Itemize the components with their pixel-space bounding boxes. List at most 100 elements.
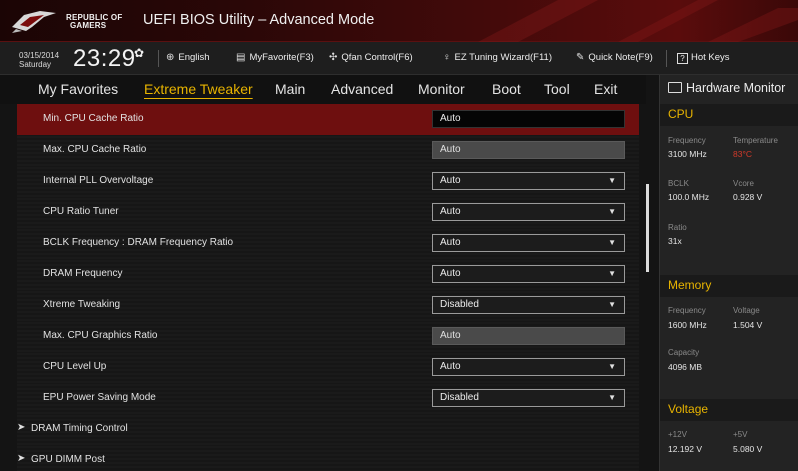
- value-dropdown[interactable]: Auto ▼: [432, 265, 625, 283]
- setting-label: Internal PLL Overvoltage: [43, 175, 154, 186]
- setting-row[interactable]: Xtreme Tweaking Disabled ▼: [17, 290, 639, 321]
- cpu-frequency-value: 3100 MHz: [668, 149, 707, 159]
- submenu-row[interactable]: ➤ GPU DIMM Post: [17, 445, 639, 471]
- caret-down-icon: ▼: [608, 269, 616, 278]
- memory-capacity-label: Capacity: [668, 348, 700, 357]
- logo-line-2: GAMERS: [70, 21, 107, 30]
- value-text: Auto: [440, 268, 461, 279]
- caret-down-icon: ▼: [608, 393, 616, 402]
- v12-value: 12.192 V: [668, 444, 703, 454]
- gear-icon[interactable]: ✿: [134, 46, 144, 60]
- value-dropdown[interactable]: Auto ▼: [432, 203, 625, 221]
- language-button[interactable]: ⊕ English: [166, 52, 210, 63]
- favorite-list-icon: ▤: [236, 52, 246, 63]
- value-text: Auto: [440, 361, 461, 372]
- cpu-temperature-label: Temperature: [733, 136, 778, 145]
- memory-voltage-label: Voltage: [733, 306, 760, 315]
- myfavorite-label: MyFavorite(F3): [249, 52, 314, 63]
- help-icon: ?: [677, 53, 688, 64]
- value-text: Auto: [440, 330, 461, 341]
- ez-tuning-button[interactable]: ♀ EZ Tuning Wizard(F11): [443, 52, 552, 63]
- submenu-label: DRAM Timing Control: [31, 423, 128, 434]
- setting-label: BCLK Frequency : DRAM Frequency Ratio: [43, 237, 234, 248]
- rog-eye-icon: [12, 11, 56, 33]
- memory-frequency-label: Frequency: [668, 306, 706, 315]
- caret-down-icon: ▼: [608, 207, 616, 216]
- toolbar-divider: [158, 50, 159, 67]
- caret-down-icon: ▼: [608, 176, 616, 185]
- value-text: Auto: [440, 237, 461, 248]
- monitor-icon: [668, 82, 682, 93]
- setting-label: Max. CPU Cache Ratio: [43, 144, 147, 155]
- setting-row[interactable]: Max. CPU Cache Ratio Auto: [17, 135, 639, 166]
- setting-row[interactable]: CPU Ratio Tuner Auto ▼: [17, 197, 639, 228]
- tab-main[interactable]: Main: [275, 81, 305, 97]
- qfan-button[interactable]: ✣ Qfan Control(F6): [329, 52, 413, 63]
- quick-note-label: Quick Note(F9): [588, 52, 653, 63]
- value-dropdown[interactable]: Disabled ▼: [432, 389, 625, 407]
- setting-row[interactable]: BCLK Frequency : DRAM Frequency Ratio Au…: [17, 228, 639, 259]
- value-text: Auto: [440, 175, 461, 186]
- cpu-section-header: CPU: [660, 104, 798, 126]
- cpu-section-label: CPU: [668, 107, 694, 121]
- setting-row[interactable]: Internal PLL Overvoltage Auto ▼: [17, 166, 639, 197]
- setting-row[interactable]: EPU Power Saving Mode Disabled ▼: [17, 383, 639, 414]
- v5-label: +5V: [733, 430, 748, 439]
- setting-label: Xtreme Tweaking: [43, 299, 121, 310]
- scrollbar[interactable]: [646, 184, 649, 272]
- setting-label: CPU Ratio Tuner: [43, 206, 119, 217]
- date-text: 03/15/2014: [19, 51, 60, 60]
- v12-label: +12V: [668, 430, 687, 439]
- myfavorite-button[interactable]: ▤ MyFavorite(F3): [236, 52, 314, 63]
- tab-boot[interactable]: Boot: [492, 81, 521, 97]
- voltage-section-label: Voltage: [668, 402, 709, 416]
- main-menu: My Favorites Extreme Tweaker Main Advanc…: [0, 75, 646, 104]
- value-dropdown[interactable]: Auto ▼: [432, 358, 625, 376]
- submenu-row[interactable]: ➤ DRAM Timing Control: [17, 414, 639, 445]
- value-dropdown[interactable]: Disabled ▼: [432, 296, 625, 314]
- logo-text: REPUBLIC OF GAMERS: [66, 14, 122, 30]
- hot-keys-button[interactable]: ? Hot Keys: [677, 52, 730, 64]
- setting-label: DRAM Frequency: [43, 268, 123, 279]
- value-text: Disabled: [440, 299, 479, 310]
- chevron-right-icon: ➤: [17, 453, 26, 464]
- tab-advanced[interactable]: Advanced: [331, 81, 393, 97]
- setting-row[interactable]: DRAM Frequency Auto ▼: [17, 259, 639, 290]
- tab-monitor[interactable]: Monitor: [418, 81, 465, 97]
- quick-note-button[interactable]: ✎ Quick Note(F9): [576, 52, 653, 63]
- settings-list: Min. CPU Cache Ratio Auto Max. CPU Cache…: [17, 104, 639, 471]
- setting-row[interactable]: CPU Level Up Auto ▼: [17, 352, 639, 383]
- hardware-monitor-label: Hardware Monitor: [686, 81, 786, 95]
- setting-row[interactable]: Min. CPU Cache Ratio Auto: [17, 104, 639, 135]
- clock[interactable]: 23:29: [73, 45, 136, 73]
- value-text: Auto: [440, 113, 461, 124]
- cpu-frequency-label: Frequency: [668, 136, 706, 145]
- toolbar-divider: [666, 50, 667, 67]
- value-dropdown[interactable]: Auto ▼: [432, 172, 625, 190]
- ratio-value: 31x: [668, 236, 682, 246]
- toolbar: 03/15/2014 Saturday 23:29 ✿ ⊕ English ▤ My…: [0, 42, 798, 75]
- bclk-label: BCLK: [668, 179, 689, 188]
- app-title: UEFI BIOS Utility – Advanced Mode: [143, 12, 375, 28]
- setting-label: Min. CPU Cache Ratio: [43, 113, 144, 124]
- setting-row[interactable]: Max. CPU Graphics Ratio Auto: [17, 321, 639, 352]
- value-text: Auto: [440, 206, 461, 217]
- tab-my-favorites[interactable]: My Favorites: [38, 81, 118, 97]
- memory-section-label: Memory: [668, 278, 712, 292]
- bclk-value: 100.0 MHz: [668, 192, 710, 202]
- fan-icon: ✣: [329, 52, 338, 63]
- tab-tool[interactable]: Tool: [544, 81, 570, 97]
- hardware-monitor-panel: Hardware Monitor CPU Frequency Temperatu…: [659, 75, 798, 471]
- note-icon: ✎: [576, 52, 585, 63]
- ratio-label: Ratio: [668, 223, 687, 232]
- value-input[interactable]: Auto: [432, 110, 625, 128]
- ez-tuning-label: EZ Tuning Wizard(F11): [454, 52, 553, 63]
- memory-capacity-value: 4096 MB: [668, 362, 703, 372]
- header-decoration: [478, 0, 798, 42]
- caret-down-icon: ▼: [608, 300, 616, 309]
- title-bar: REPUBLIC OF GAMERS UEFI BIOS Utility – A…: [0, 0, 798, 42]
- tab-exit[interactable]: Exit: [594, 81, 617, 97]
- tab-extreme-tweaker[interactable]: Extreme Tweaker: [144, 81, 253, 97]
- memory-voltage-value: 1.504 V: [733, 320, 763, 330]
- value-dropdown[interactable]: Auto ▼: [432, 234, 625, 252]
